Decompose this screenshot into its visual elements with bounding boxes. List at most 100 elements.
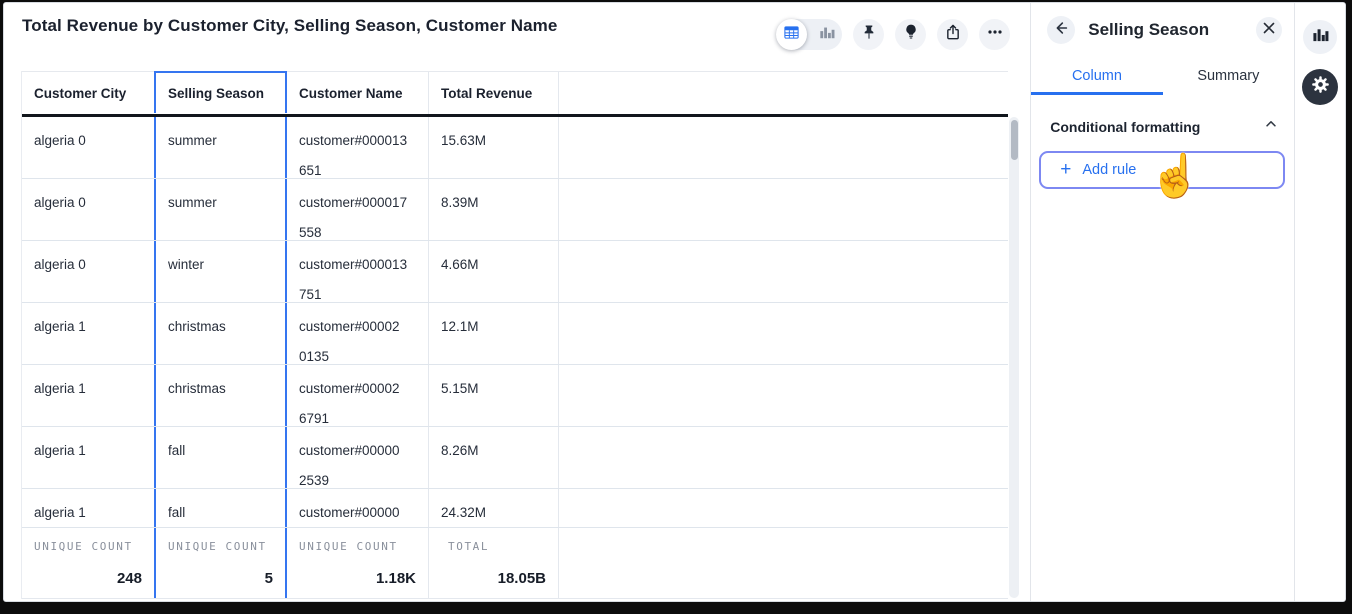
cell-total-revenue[interactable]: 12.1M [429,303,559,364]
summary-label: UNIQUE COUNT [168,540,273,553]
close-button[interactable] [1256,17,1282,43]
add-rule-label: Add rule [1082,162,1136,178]
cell-customer-name[interactable]: customer#00002 0135 [287,303,429,364]
table-row[interactable]: algeria 0 summer customer#000017 558 8.3… [22,179,1008,241]
pin-button[interactable] [853,19,884,50]
column-settings-panel: Selling Season Column Summary Conditiona… [1031,3,1295,601]
cell-total-revenue[interactable]: 15.63M [429,117,559,178]
panel-title: Selling Season [1088,20,1256,40]
toolbar [776,19,1010,50]
summary-label: TOTAL [441,540,546,553]
right-rail [1295,3,1345,601]
panel-tabs: Column Summary [1031,59,1294,95]
lightbulb-icon [901,22,921,47]
cell-customer-city[interactable]: algeria 1 [22,303,154,364]
cell-selling-season[interactable]: winter [154,241,287,302]
table-row[interactable]: algeria 1 christmas customer#00002 0135 … [22,303,1008,365]
cell-total-revenue[interactable]: 5.15M [429,365,559,426]
column-header-total-revenue[interactable]: Total Revenue [429,72,559,114]
cell-customer-city[interactable]: algeria 1 [22,489,154,527]
add-rule-button[interactable]: + Add rule [1039,151,1285,189]
cell-filler [559,117,1008,178]
share-button[interactable] [937,19,968,50]
cell-customer-name[interactable]: customer#00000 [287,489,429,527]
bar-chart-icon [1312,26,1329,48]
tab-summary[interactable]: Summary [1163,59,1294,95]
section-label: Conditional formatting [1050,119,1264,135]
table-row[interactable]: algeria 1 fall customer#00000 24.32M [22,489,1008,527]
answer-area: Total Revenue by Customer City, Selling … [4,3,1031,601]
table-row[interactable]: algeria 0 winter customer#000013 751 4.6… [22,241,1008,303]
table-view-icon [783,24,800,46]
gear-icon [1310,74,1331,100]
cell-customer-name[interactable]: customer#000013 751 [287,241,429,302]
table-row[interactable]: algeria 0 summer customer#000013 651 15.… [22,117,1008,179]
cell-filler [559,365,1008,426]
cell-total-revenue[interactable]: 8.26M [429,427,559,488]
more-options-button[interactable] [979,19,1010,50]
view-toggle[interactable] [776,19,842,50]
summary-value: 248 [117,570,142,587]
cell-customer-city[interactable]: algeria 0 [22,117,154,178]
close-icon [1263,21,1275,39]
app-window: Total Revenue by Customer City, Selling … [3,2,1346,602]
plus-icon: + [1060,160,1071,179]
cell-customer-name[interactable]: customer#000017 558 [287,179,429,240]
back-button[interactable] [1047,16,1075,44]
column-header-filler [559,72,1008,114]
cell-filler [559,303,1008,364]
summary-value: 5 [265,570,273,587]
cell-filler [559,179,1008,240]
cell-customer-name[interactable]: customer#000013 651 [287,117,429,178]
cell-total-revenue[interactable]: 4.66M [429,241,559,302]
cell-filler [559,241,1008,302]
cell-customer-name[interactable]: customer#00002 6791 [287,365,429,426]
cell-selling-season[interactable]: christmas [154,365,287,426]
cell-customer-city[interactable]: algeria 1 [22,365,154,426]
cell-total-revenue[interactable]: 24.32M [429,489,559,527]
cell-selling-season[interactable]: christmas [154,303,287,364]
summary-value: 1.18K [376,570,416,587]
summary-value: 18.05B [498,570,546,587]
cell-selling-season[interactable]: summer [154,117,287,178]
summary-cell [559,528,1008,598]
cell-selling-season[interactable]: summer [154,179,287,240]
back-arrow-icon [1052,19,1070,42]
conditional-formatting-section[interactable]: Conditional formatting [1031,95,1294,136]
summary-cell: UNIQUE COUNT 5 [154,528,287,598]
vertical-scrollbar[interactable] [1009,117,1019,598]
column-header-customer-city[interactable]: Customer City [22,72,154,114]
table-view-button[interactable] [776,19,807,50]
table-row[interactable]: algeria 1 fall customer#00000 2539 8.26M [22,427,1008,489]
page-title: Total Revenue by Customer City, Selling … [22,16,557,36]
cell-customer-city[interactable]: algeria 0 [22,179,154,240]
tab-column[interactable]: Column [1031,59,1162,95]
settings-button[interactable] [1302,69,1338,105]
cell-customer-name[interactable]: customer#00000 2539 [287,427,429,488]
scrollbar-thumb[interactable] [1011,120,1018,160]
ellipsis-icon [986,23,1004,46]
chart-config-button[interactable] [1303,20,1337,54]
panel-header: Selling Season [1031,3,1294,44]
cell-total-revenue[interactable]: 8.39M [429,179,559,240]
chevron-up-icon[interactable] [1264,117,1278,136]
cell-selling-season[interactable]: fall [154,427,287,488]
cell-filler [559,489,1008,527]
summary-label: UNIQUE COUNT [34,540,142,553]
column-header-selling-season[interactable]: Selling Season [154,71,287,113]
chart-view-icon[interactable] [819,24,835,45]
cell-customer-city[interactable]: algeria 0 [22,241,154,302]
cell-selling-season[interactable]: fall [154,489,287,527]
table-header-row: Customer City Selling Season Customer Na… [22,71,1008,117]
column-header-customer-name[interactable]: Customer Name [287,72,429,114]
summary-cell: TOTAL 18.05B [429,528,559,598]
summary-cell: UNIQUE COUNT 248 [22,528,154,598]
cell-customer-city[interactable]: algeria 1 [22,427,154,488]
summary-row: UNIQUE COUNT 248 UNIQUE COUNT 5 UNIQUE C… [22,527,1008,599]
table-row[interactable]: algeria 1 christmas customer#00002 6791 … [22,365,1008,427]
pin-icon [859,22,879,47]
insights-button[interactable] [895,19,926,50]
summary-label: UNIQUE COUNT [299,540,416,553]
summary-cell: UNIQUE COUNT 1.18K [287,528,429,598]
data-table: Customer City Selling Season Customer Na… [21,71,1008,599]
